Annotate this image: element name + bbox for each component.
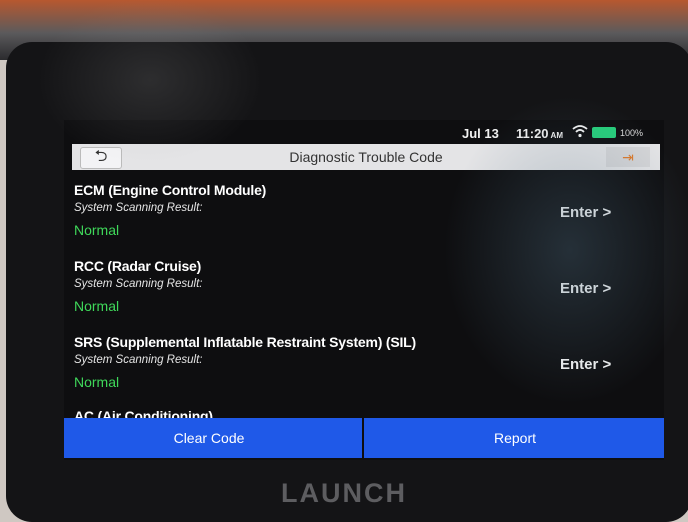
battery-percent: 100% xyxy=(620,128,644,138)
status-bar: Jul 13 11:20 AM 100% xyxy=(64,120,664,142)
exit-button[interactable]: ⇥ xyxy=(606,147,650,167)
system-name: ECM (Engine Control Module) xyxy=(74,182,267,198)
status-ampm: AM xyxy=(550,131,563,140)
report-button[interactable]: Report xyxy=(364,418,664,458)
scan-result-label: System Scanning Result: xyxy=(74,202,203,214)
status-time: 11:20 AM xyxy=(516,126,563,141)
system-item-srs: SRS (Supplemental Inflatable Restraint S… xyxy=(74,334,654,410)
brand-logo: LAUNCH xyxy=(281,478,407,508)
system-name: RCC (Radar Cruise) xyxy=(74,258,202,274)
bottom-button-bar: Clear Code Report xyxy=(64,418,664,458)
enter-button-rcc[interactable]: Enter > xyxy=(560,280,611,297)
scan-status: Normal xyxy=(74,298,120,314)
app-screen: Jul 13 11:20 AM 100% ⮌ Diagnostic Trouble… xyxy=(64,120,664,460)
battery-icon xyxy=(592,127,616,138)
title-bar: ⮌ Diagnostic Trouble Code ⇥ xyxy=(72,144,660,170)
system-item-rcc: RCC (Radar Cruise) System Scanning Resul… xyxy=(74,258,654,334)
scan-result-label: System Scanning Result: xyxy=(74,354,203,366)
scan-status: Normal xyxy=(74,222,120,238)
system-item-ecm: ECM (Engine Control Module) System Scann… xyxy=(74,182,654,258)
enter-button-ecm[interactable]: Enter > xyxy=(560,204,611,221)
exit-icon: ⇥ xyxy=(622,149,634,165)
status-time-value: 11:20 xyxy=(516,126,549,141)
page-title: Diagnostic Trouble Code xyxy=(289,149,443,165)
status-date: Jul 13 xyxy=(462,126,499,141)
wifi-icon xyxy=(572,125,588,138)
system-name: SRS (Supplemental Inflatable Restraint S… xyxy=(74,334,416,350)
scan-status: Normal xyxy=(74,374,120,390)
clear-code-button[interactable]: Clear Code xyxy=(64,418,362,458)
enter-button-srs[interactable]: Enter > xyxy=(560,356,611,373)
scan-result-label: System Scanning Result: xyxy=(74,278,203,290)
